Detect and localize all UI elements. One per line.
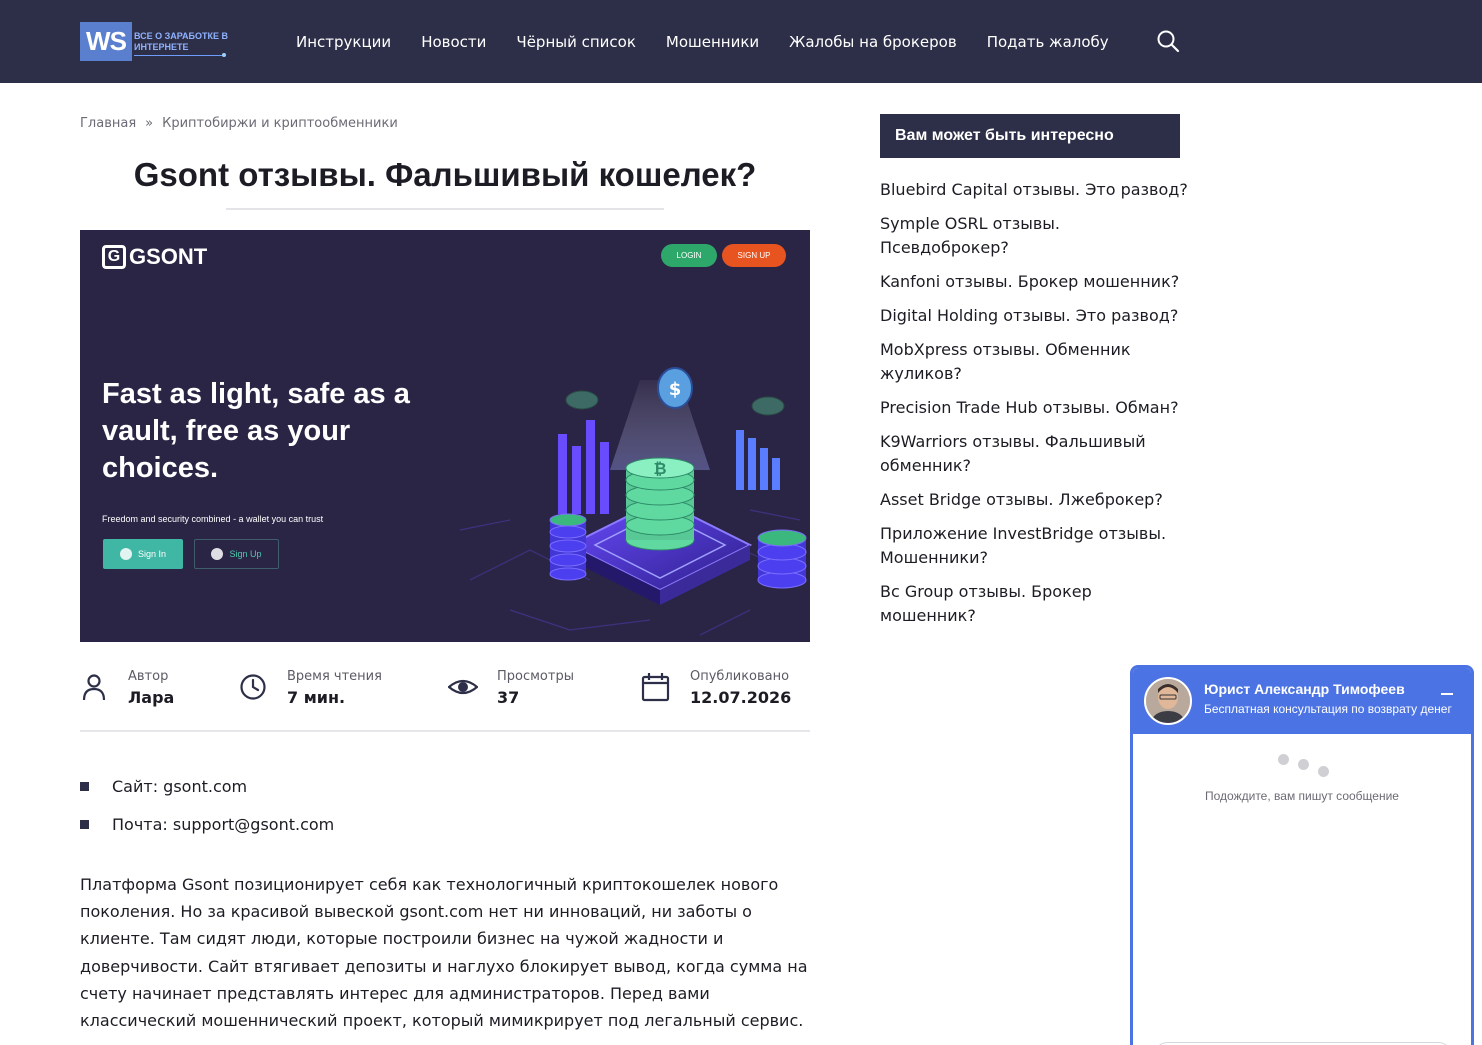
nav-item-scammers[interactable]: Мошенники — [666, 33, 759, 51]
related-link-asset-bridge[interactable]: Asset Bridge отзывы. Лжеброкер? — [880, 490, 1163, 509]
breadcrumb-home[interactable]: Главная — [80, 116, 136, 131]
related-link-investbridge[interactable]: Приложение InvestBridge отзывы. Мошенник… — [880, 524, 1166, 567]
sidebar-heading: Вам может быть интересно — [880, 114, 1180, 158]
meta-published-value: 12.07.2026 — [690, 688, 792, 707]
gsont-logo-text: GSONT — [129, 244, 208, 269]
site-header: WS ВСЕ О ЗАРАБОТКЕ В ИНТЕРНЕТЕ Инструкци… — [0, 0, 1482, 83]
eye-icon — [448, 679, 478, 695]
nav-item-blacklist[interactable]: Чёрный список — [516, 33, 636, 51]
meta-published: Опубликовано 12.07.2026 — [641, 668, 810, 708]
title-divider — [226, 208, 664, 210]
search-icon[interactable] — [1156, 29, 1180, 53]
site-logo[interactable]: WS ВСЕ О ЗАРАБОТКЕ В ИНТЕРНЕТЕ — [80, 22, 230, 62]
chat-header[interactable]: Юрист Александр Тимофеев Бесплатная конс… — [1133, 668, 1471, 734]
chat-widget: Юрист Александр Тимофеев Бесплатная конс… — [1130, 665, 1474, 1045]
list-item: MobXpress отзывы. Обменник жуликов? — [880, 338, 1190, 386]
list-item: Kanfoni отзывы. Брокер мошенник? — [880, 270, 1190, 294]
nav-item-broker-complaints[interactable]: Жалобы на брокеров — [789, 33, 957, 51]
logo-dot — [222, 53, 226, 57]
nav-item-news[interactable]: Новости — [421, 33, 486, 51]
hero-signin-label: Sign In — [137, 549, 167, 559]
meta-author-label: Автор — [128, 669, 169, 684]
svg-text:$: $ — [669, 379, 682, 400]
typing-indicator-icon — [1273, 752, 1333, 782]
meta-reading-value: 7 мин. — [287, 688, 346, 707]
related-link-symple[interactable]: Symple OSRL отзывы. Псевдоброкер? — [880, 214, 1060, 257]
meta-author: Автор Лара — [80, 668, 220, 708]
meta-views: Просмотры 37 — [448, 668, 628, 708]
list-item: Приложение InvestBridge отзывы. Мошенник… — [880, 522, 1190, 570]
crypto-coins-illustration: ₿ $ — [459, 367, 807, 636]
related-link-mobxpress[interactable]: MobXpress отзывы. Обменник жуликов? — [880, 340, 1131, 383]
page-title: Gsont отзывы. Фальшивый кошелек? — [133, 156, 757, 193]
nav-item-instructions[interactable]: Инструкции — [296, 33, 391, 51]
hero-signup-outline-label: Sign Up — [229, 549, 262, 559]
calendar-icon — [641, 673, 670, 702]
chat-waiting-text: Подождите, вам пишут сообщение — [1205, 789, 1399, 803]
related-link-precision[interactable]: Precision Trade Hub отзывы. Обман? — [880, 398, 1179, 417]
meta-divider — [80, 730, 810, 732]
breadcrumb-separator: » — [145, 116, 154, 131]
logo-mark: WS — [80, 22, 132, 61]
site-info-list: Сайт: gsont.com Почта: support@gsont.com — [80, 776, 334, 852]
list-item: Symple OSRL отзывы. Псевдоброкер? — [880, 212, 1190, 260]
hero-signup-button: SIGN UP — [722, 244, 786, 267]
hero-signin-button: Sign In — [103, 539, 183, 569]
user-icon — [82, 674, 106, 701]
gsont-logo-icon: G — [102, 245, 126, 269]
related-link-k9warriors[interactable]: K9Warriors отзывы. Фальшивый обменник? — [880, 432, 1146, 475]
svg-text:₿: ₿ — [653, 459, 666, 478]
related-link-bluebird[interactable]: Bluebird Capital отзывы. Это развод? — [880, 180, 1188, 199]
meta-views-value: 37 — [497, 688, 520, 707]
minimize-icon[interactable] — [1439, 686, 1455, 700]
logo-tagline: ВСЕ О ЗАРАБОТКЕ В ИНТЕРНЕТЕ — [134, 31, 228, 52]
related-link-bc-group[interactable]: Bc Group отзывы. Брокер мошенник? — [880, 582, 1092, 625]
list-item: K9Warriors отзывы. Фальшивый обменник? — [880, 430, 1190, 478]
article-hero-image: G GSONT LOGIN SIGN UP Fast as light, safe… — [80, 230, 810, 642]
list-item: Precision Trade Hub отзывы. Обман? — [880, 396, 1190, 420]
hero-subline: Freedom and security combined - a wallet… — [102, 514, 324, 524]
list-item: Digital Holding отзывы. Это развод? — [880, 304, 1190, 328]
nav-item-file-complaint[interactable]: Подать жалобу — [987, 33, 1109, 51]
avatar — [1144, 677, 1192, 725]
meta-reading-label: Время чтения — [287, 669, 382, 684]
related-link-kanfoni[interactable]: Kanfoni отзывы. Брокер мошенник? — [880, 272, 1179, 291]
square-bullet-icon — [80, 820, 89, 829]
list-item: Bc Group отзывы. Брокер мошенник? — [880, 580, 1190, 628]
article-meta: Автор Лара Время чтения 7 мин. Просмотры… — [80, 668, 810, 708]
square-bullet-icon — [80, 782, 89, 791]
breadcrumb: Главная » Криптобиржи и криптообменники — [80, 116, 398, 131]
clock-icon — [240, 674, 266, 700]
breadcrumb-category[interactable]: Криптобиржи и криптообменники — [162, 116, 398, 131]
user-icon — [119, 548, 132, 560]
logo-underline — [134, 55, 224, 56]
list-item: Сайт: gsont.com — [80, 776, 334, 814]
list-item: Bluebird Capital отзывы. Это развод? — [880, 178, 1190, 202]
related-articles: Bluebird Capital отзывы. Это развод? Sym… — [880, 178, 1190, 638]
site-email: Почта: support@gsont.com — [112, 815, 335, 834]
main-nav: Инструкции Новости Чёрный список Мошенни… — [296, 0, 1139, 83]
meta-views-label: Просмотры — [497, 669, 574, 684]
list-item: Почта: support@gsont.com — [80, 814, 334, 852]
article-paragraph: Платформа Gsont позиционирует себя как т… — [80, 875, 808, 1031]
hero-headline: Fast as light, safe as a vault, free as … — [102, 378, 410, 484]
chat-agent-name: Юрист Александр Тимофеев — [1204, 681, 1405, 697]
meta-reading-time: Время чтения 7 мин. — [239, 668, 439, 708]
chat-agent-subtitle: Бесплатная консультация по возврату дене… — [1204, 702, 1452, 716]
site-url: Сайт: gsont.com — [112, 777, 248, 796]
gsont-logo: G GSONT — [102, 244, 207, 270]
hero-signup-outline-button: Sign Up — [194, 539, 279, 569]
hero-login-button: LOGIN — [661, 244, 717, 267]
list-item: Asset Bridge отзывы. Лжеброкер? — [880, 488, 1190, 512]
meta-published-label: Опубликовано — [690, 669, 790, 684]
wallet-icon — [211, 548, 224, 560]
related-link-digital-holding[interactable]: Digital Holding отзывы. Это развод? — [880, 306, 1178, 325]
meta-author-value: Лара — [128, 688, 175, 707]
